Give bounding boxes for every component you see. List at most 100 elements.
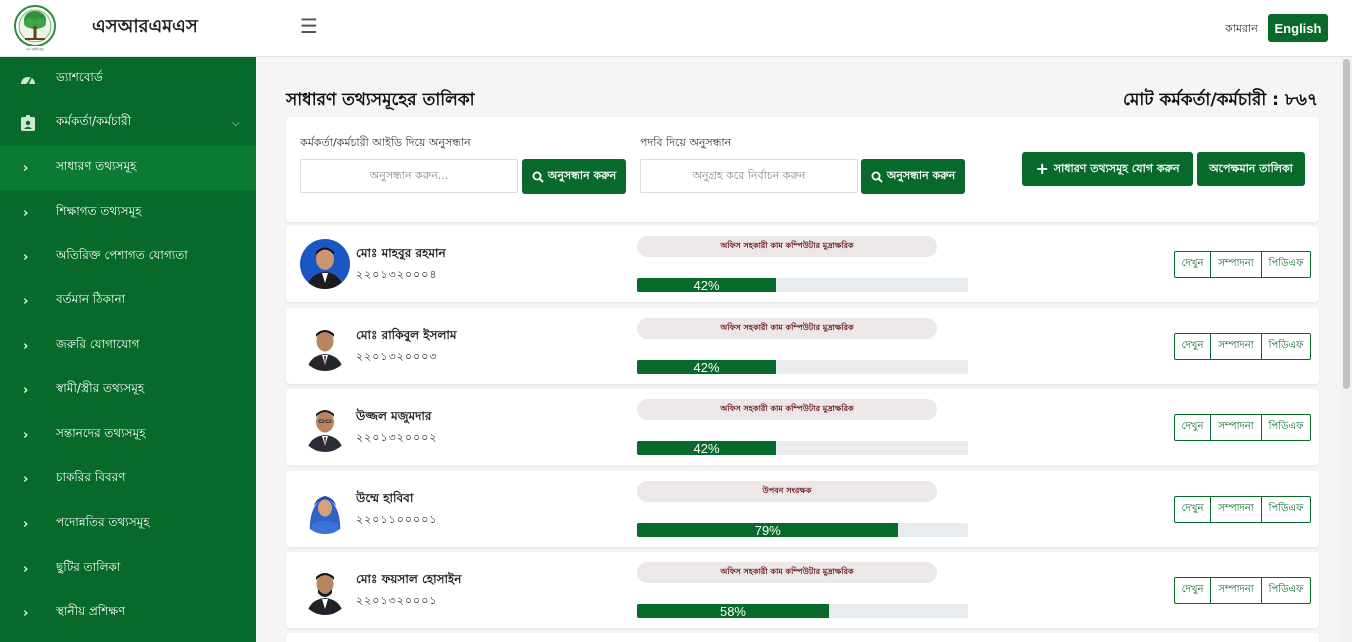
- add-button-label: সাধারণ তথ্যসমূহ যোগ করুন: [1053, 161, 1180, 175]
- view-button[interactable]: দেখুন: [1174, 414, 1211, 441]
- edit-button[interactable]: সম্পাদনা: [1210, 414, 1262, 441]
- avatar: [300, 239, 350, 289]
- edit-button[interactable]: সম্পাদনা: [1210, 251, 1262, 278]
- language-toggle-button[interactable]: English: [1268, 14, 1328, 42]
- progress-fill: 42%: [637, 360, 777, 374]
- action-group: দেখুন সম্পাদনা পিডিএফ: [1174, 496, 1311, 523]
- pdf-button[interactable]: পিডিএফ: [1261, 414, 1311, 441]
- sidebar-item-dashboard[interactable]: ড্যাশবোর্ড: [0, 57, 256, 101]
- sidebar-item-label: সন্তানদের তথ্যসমূহ: [56, 426, 146, 440]
- sidebar-item-promotion-info[interactable]: › পদোন্নতির তথ্যসমূহ: [0, 502, 256, 546]
- avatar: [300, 565, 350, 615]
- employee-name: মোঃ মাহবুর রহমান: [356, 246, 446, 260]
- designation-badge: অফিস সহকারী কাম কম্পিউটার মুদ্রাক্ষরিক: [637, 236, 937, 257]
- id-search-label: কর্মকর্তা/কর্মচারী আইডি দিয়ে অনুসন্ধান: [300, 136, 471, 149]
- designation-badge: অফিস সহকারী কাম কম্পিউটার মুদ্রাক্ষরিক: [637, 562, 937, 583]
- brand-name[interactable]: এসআরএমএস: [92, 12, 198, 43]
- chevron-down-icon: ⌵: [232, 117, 240, 129]
- view-button[interactable]: দেখুন: [1174, 251, 1211, 278]
- pdf-button[interactable]: পিডিএফ: [1261, 577, 1311, 604]
- add-general-info-button[interactable]: + সাধারণ তথ্যসমূহ যোগ করুন: [1022, 152, 1193, 186]
- progress-fill: 79%: [637, 523, 899, 537]
- designation-select[interactable]: অনুগ্রহ করে নির্বাচন করুন: [640, 159, 858, 193]
- chevron-right-icon: ›: [23, 516, 29, 532]
- sidebar-item-emergency-contact[interactable]: › জরুরি যোগাযোগ: [0, 324, 256, 368]
- view-button[interactable]: দেখুন: [1174, 577, 1211, 604]
- search-button-label: অনুসন্ধান করুন: [886, 169, 956, 182]
- profile-progress-bar: 58%: [637, 604, 968, 618]
- employee-card: মোঃ ফয়সাল হোসাইন ২২০১৩২০০০১ অফিস সহকারী…: [286, 552, 1319, 628]
- edit-button[interactable]: সম্পাদনা: [1210, 496, 1262, 523]
- action-group: দেখুন সম্পাদনা পিডিএফ: [1174, 577, 1311, 604]
- sidebar-item-spouse-info[interactable]: › স্বামী/স্ত্রীর তথ্যসমূহ: [0, 368, 256, 412]
- avatar: [300, 402, 350, 452]
- search-icon: [532, 171, 544, 183]
- action-group: দেখুন সম্পাদনা পিডিএফ: [1174, 414, 1311, 441]
- designation-badge: উপবন সংরক্ষক: [637, 481, 937, 502]
- view-button[interactable]: দেখুন: [1174, 333, 1211, 360]
- sidebar-item-leave-list[interactable]: › ছুটির তালিকা: [0, 547, 256, 591]
- sidebar-item-professional-qualification[interactable]: › অতিরিক্ত পেশাগত যোগ্যতা: [0, 235, 256, 279]
- logo-area: বন অধিদপ্তর এসআরএমএস: [0, 0, 256, 57]
- id-badge-icon: [20, 115, 36, 131]
- sidebar-item-label: চাকরির বিবরণ: [56, 470, 126, 484]
- employee-name: উজ্জল মজুমদার: [356, 409, 432, 423]
- id-search-input[interactable]: অনুসন্ধান করুন...: [300, 159, 518, 193]
- designation-search-button[interactable]: অনুসন্ধান করুন: [861, 159, 965, 194]
- employee-id: ২২০১৩২০০০১: [356, 594, 438, 607]
- employee-card: উজ্জল মজুমদার ২২০১৩২০০০২ অফিস সহকারী কাম…: [286, 389, 1319, 465]
- employee-card: মোঃ মাহবুর রহমান ২২০১৩২০০০৪ অফিস সহকারী …: [286, 226, 1319, 302]
- employee-name: মোঃ ফয়সাল হোসাইন: [356, 572, 462, 586]
- search-button-label: অনুসন্ধান করুন: [547, 169, 617, 182]
- sidebar-item-label: শিক্ষাগত তথ্যসমূহ: [56, 204, 142, 218]
- view-button[interactable]: দেখুন: [1174, 496, 1211, 523]
- forest-department-logo[interactable]: বন অধিদপ্তর: [13, 4, 57, 52]
- menu-toggle-icon[interactable]: ☰: [300, 14, 318, 38]
- chevron-right-icon: ›: [23, 160, 29, 176]
- pdf-button[interactable]: পিডিএফ: [1261, 251, 1311, 278]
- logo-caption: বন অধিদপ্তর: [25, 48, 45, 52]
- sidebar-item-present-address[interactable]: › বর্তমান ঠিকানা: [0, 279, 256, 323]
- profile-progress-bar: 42%: [637, 360, 968, 374]
- action-group: দেখুন সম্পাদনা পিডিএফ: [1174, 333, 1311, 360]
- pdf-button[interactable]: পিডিএফ: [1261, 333, 1311, 360]
- pending-list-button[interactable]: অপেক্ষমান তালিকা: [1197, 152, 1305, 186]
- plus-icon: +: [1035, 159, 1049, 178]
- profile-progress-bar: 42%: [637, 441, 968, 455]
- pdf-button[interactable]: পিডিএফ: [1261, 496, 1311, 523]
- top-header: বন অধিদপ্তর এসআরএমএস ☰ কামরান English: [0, 0, 1352, 57]
- action-group: দেখুন সম্পাদনা পিডিএফ: [1174, 251, 1311, 278]
- page-scrollbar[interactable]: [1341, 57, 1352, 642]
- chevron-right-icon: ›: [23, 338, 29, 354]
- designation-badge: অফিস সহকারী কাম কম্পিউটার মুদ্রাক্ষরিক: [637, 399, 937, 420]
- sidebar-item-general-info[interactable]: › সাধারণ তথ্যসমূহ: [0, 146, 256, 190]
- chevron-right-icon: ›: [23, 561, 29, 577]
- profile-progress-bar: 79%: [637, 523, 968, 537]
- sidebar-item-local-training[interactable]: › স্থানীয় প্রশিক্ষণ: [0, 591, 256, 635]
- user-name[interactable]: কামরান: [1225, 20, 1258, 39]
- employee-card-partial: [286, 633, 1319, 642]
- sidebar: ড্যাশবোর্ড কর্মকর্তা/কর্মচারী ⌵ › সাধারণ…: [0, 57, 256, 642]
- sidebar-item-label: বর্তমান ঠিকানা: [56, 292, 126, 306]
- sidebar-item-job-details[interactable]: › চাকরির বিবরণ: [0, 457, 256, 501]
- search-icon: [871, 171, 883, 183]
- total-employee-count: মোট কর্মকর্তা/কর্মচারী : ৮৬৭: [1123, 90, 1318, 110]
- id-search-button[interactable]: অনুসন্ধান করুন: [522, 159, 626, 194]
- sidebar-item-label: জরুরি যোগাযোগ: [56, 337, 140, 351]
- scrollbar-thumb[interactable]: [1343, 59, 1350, 389]
- search-panel: কর্মকর্তা/কর্মচারী আইডি দিয়ে অনুসন্ধান …: [286, 117, 1319, 222]
- employee-id: ২২০১১০০০০১: [356, 513, 438, 526]
- designation-badge: অফিস সহকারী কাম কম্পিউটার মুদ্রাক্ষরিক: [637, 318, 937, 339]
- edit-button[interactable]: সম্পাদনা: [1210, 333, 1262, 360]
- edit-button[interactable]: সম্পাদনা: [1210, 577, 1262, 604]
- sidebar-item-employees[interactable]: কর্মকর্তা/কর্মচারী ⌵: [0, 101, 256, 145]
- chevron-right-icon: ›: [23, 471, 29, 487]
- sidebar-item-education[interactable]: › শিক্ষাগত তথ্যসমূহ: [0, 191, 256, 235]
- sidebar-item-label: পদোন্নতির তথ্যসমূহ: [56, 515, 150, 529]
- employee-id: ২২০১৩২০০০২: [356, 431, 438, 444]
- dashboard-gauge-icon: [20, 71, 36, 87]
- sidebar-item-children-info[interactable]: › সন্তানদের তথ্যসমূহ: [0, 413, 256, 457]
- employee-name: উম্মে হাবিবা: [356, 491, 414, 505]
- chevron-right-icon: ›: [23, 249, 29, 265]
- employee-card: উম্মে হাবিবা ২২০১১০০০০১ উপবন সংরক্ষক 79%…: [286, 471, 1319, 547]
